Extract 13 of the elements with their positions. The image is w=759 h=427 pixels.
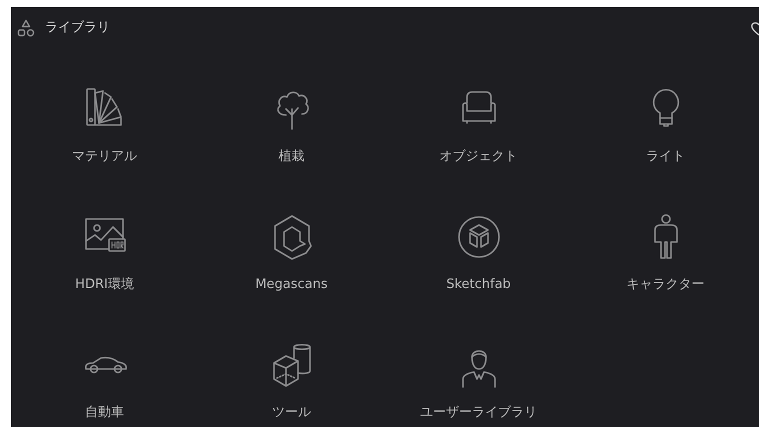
library-category[interactable]: キャラクター	[572, 177, 759, 305]
library-category[interactable]: Sketchfab	[385, 177, 572, 305]
library-category[interactable]: Megascans	[198, 177, 385, 305]
library-category[interactable]: ライト	[572, 49, 759, 177]
shapes-icon	[17, 19, 35, 37]
library-title: ライブラリ	[45, 19, 110, 38]
library-category[interactable]: オブジェクト	[385, 49, 572, 177]
library-category[interactable]: HDRI環境	[11, 177, 198, 305]
library-category[interactable]: 植栽	[198, 49, 385, 177]
library-category[interactable]: マテリアル	[11, 49, 198, 177]
library-category[interactable]: ツール	[198, 305, 385, 427]
library-category[interactable]: 自動車	[11, 305, 198, 427]
library-category[interactable]: ユーザーライブラリ	[385, 305, 572, 427]
